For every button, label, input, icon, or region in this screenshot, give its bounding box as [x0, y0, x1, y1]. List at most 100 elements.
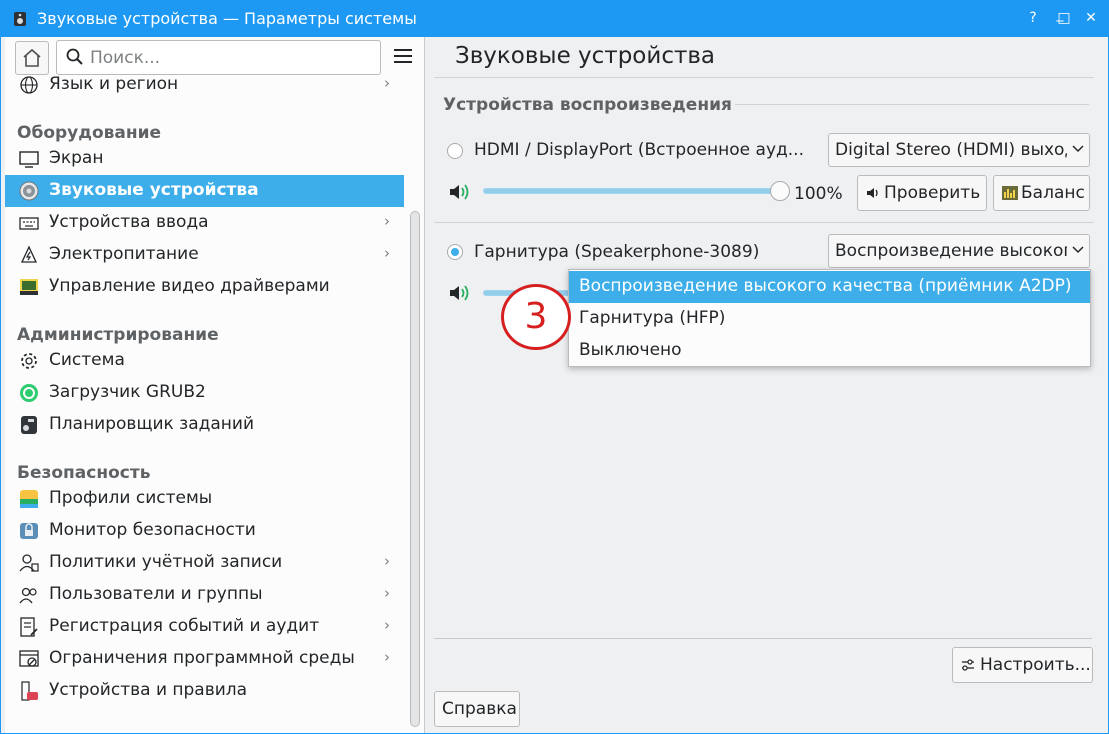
sidebar-item[interactable]: Управление видео драйверами	[5, 271, 404, 303]
sidebar-item-label: Регистрация событий и аудит	[49, 616, 320, 636]
sidebar-category-label: Безопасность	[17, 463, 151, 483]
volume-icon[interactable]	[448, 182, 470, 202]
sidebar-item[interactable]: Монитор безопасности	[5, 515, 404, 547]
sidebar-item[interactable]: Язык и регион ›	[5, 69, 404, 101]
device-rules-icon	[21, 681, 38, 701]
sidebar-item[interactable]: Пользователи и группы ›	[5, 579, 404, 611]
sidebar-item[interactable]: Электропитание ›	[5, 239, 404, 271]
profile-select-headset[interactable]: Воспроизведение высокого	[828, 234, 1090, 268]
search-placeholder: Поиск...	[90, 48, 161, 68]
sidebar-item-label: Ограничения программной среды	[49, 648, 355, 668]
speaker-icon	[19, 181, 39, 201]
sidebar-item[interactable]: Ограничения программной среды ›	[5, 643, 404, 675]
chevron-right-icon: ›	[384, 616, 390, 634]
sliders-icon	[962, 659, 974, 671]
gear-icon	[21, 353, 37, 369]
device-name-hdmi: HDMI / DisplayPort (Встроенное ауд...	[474, 140, 804, 160]
sidebar-category-label: Администрирование	[17, 325, 219, 345]
speaker-small-icon	[867, 188, 878, 198]
test-button[interactable]: Проверить	[857, 175, 987, 211]
chevron-right-icon: ›	[384, 244, 390, 262]
sidebar-item[interactable]: Планировщик заданий	[5, 409, 404, 441]
chevron-right-icon: ›	[384, 212, 390, 230]
test-button-label: Проверить	[884, 183, 981, 203]
search-icon	[66, 48, 83, 65]
sidebar-item-label: Планировщик заданий	[49, 414, 255, 434]
profile-value-headset: Воспроизведение высокого	[835, 241, 1083, 261]
video-driver-icon	[20, 279, 38, 295]
sidebar-item-label: Система	[49, 350, 125, 370]
monitor-icon	[19, 151, 39, 168]
sidebar-item-label: Звуковые устройства	[49, 180, 259, 200]
dropdown-option-label: Воспроизведение высокого качества (приём…	[579, 276, 1072, 296]
help-button-label: Справка	[442, 699, 517, 719]
dropdown-option[interactable]: Воспроизведение высокого качества (приём…	[569, 271, 1090, 303]
sidebar-item[interactable]: Политики учётной записи ›	[5, 547, 404, 579]
sidebar-item-label: Управление видео драйверами	[49, 276, 330, 296]
dropdown-option-label: Выключено	[579, 340, 682, 360]
sidebar-item[interactable]: Регистрация событий и аудит ›	[5, 611, 404, 643]
device-radio-hdmi[interactable]	[447, 143, 463, 159]
dropdown-option[interactable]: Гарнитура (HFP)	[569, 303, 1090, 335]
volume-percent: 100%	[794, 184, 843, 204]
sidebar-item[interactable]: Устройства ввода ›	[5, 207, 404, 239]
app-icon	[14, 12, 26, 26]
window-title: Звуковые устройства — Параметры системы	[37, 9, 417, 28]
sidebar-item[interactable]: Загрузчик GRUB2	[5, 377, 404, 409]
sidebar-category-label: Оборудование	[17, 123, 162, 143]
configure-button[interactable]: Настроить...	[952, 647, 1093, 683]
sidebar-scrollbar[interactable]	[410, 211, 420, 727]
profile-value-hdmi: Digital Stereo (HDMI) выход	[835, 140, 1077, 160]
profile-select-hdmi[interactable]: Digital Stereo (HDMI) выход	[828, 133, 1090, 167]
help-button[interactable]: Справка	[434, 691, 520, 727]
globe-icon	[20, 76, 38, 94]
close-icon[interactable]: ✕	[1082, 9, 1100, 27]
bottom-divider	[434, 638, 1092, 639]
sidebar-item-label: Монитор безопасности	[49, 520, 256, 540]
balance-button[interactable]: Баланс	[993, 175, 1090, 211]
step-number: 3	[524, 296, 548, 337]
settings-window: Звуковые устройства — Параметры системы …	[0, 0, 1109, 734]
equalizer-icon	[1002, 186, 1018, 200]
volume-slider-hdmi[interactable]	[483, 188, 780, 194]
sidebar-item[interactable]: Экран	[5, 143, 404, 175]
step-marker: 3	[501, 284, 571, 350]
chevron-right-icon: ›	[384, 648, 390, 666]
main-panel: Звуковые устройства Устройства воспроизв…	[426, 37, 1108, 733]
page-title: Звуковые устройства	[455, 43, 716, 69]
maximize-icon[interactable]: □	[1055, 9, 1073, 27]
chevron-right-icon: ›	[384, 74, 390, 92]
title-divider	[434, 77, 1094, 78]
power-icon	[20, 245, 38, 263]
section-heading: Устройства воспроизведения	[443, 95, 732, 115]
user-policy-icon	[19, 554, 39, 572]
volume-slider-handle[interactable]	[770, 181, 790, 201]
sidebar-item[interactable]: Система	[5, 345, 404, 377]
profiles-icon	[20, 490, 38, 508]
sidebar-item[interactable]: Звуковые устройства	[5, 175, 404, 207]
menu-icon[interactable]	[393, 48, 413, 64]
sidebar-item-label: Экран	[49, 148, 104, 168]
volume-icon[interactable]	[448, 283, 470, 303]
help-icon[interactable]: ?	[1024, 9, 1042, 27]
sidebar-item-label: Устройства ввода	[49, 212, 209, 232]
section-divider	[735, 104, 1089, 105]
chevron-right-icon: ›	[384, 552, 390, 570]
lock-monitor-icon	[20, 523, 38, 539]
sidebar-item[interactable]: Устройства и правила	[5, 675, 404, 707]
device-radio-headset[interactable]	[447, 244, 463, 260]
sidebar-item-label: Политики учётной записи	[49, 552, 283, 572]
balance-button-label: Баланс	[1021, 183, 1085, 203]
restriction-icon	[19, 650, 39, 667]
device-name-headset: Гарнитура (Speakerphone-3089)	[474, 242, 760, 262]
device-divider	[434, 222, 1094, 223]
sidebar-item-label: Устройства и правила	[49, 680, 248, 700]
profile-dropdown-list: Воспроизведение высокого качества (приём…	[568, 269, 1091, 367]
sidebar-item-label: Язык и регион	[49, 74, 179, 94]
chevron-down-icon	[1067, 134, 1089, 166]
sidebar-item[interactable]: Профили системы	[5, 483, 404, 515]
title-bar: Звуковые устройства — Параметры системы …	[1, 1, 1108, 37]
dropdown-option[interactable]: Выключено	[569, 335, 1090, 367]
sidebar-item-label: Электропитание	[49, 244, 199, 264]
sidebar-item-label: Профили системы	[49, 488, 213, 508]
